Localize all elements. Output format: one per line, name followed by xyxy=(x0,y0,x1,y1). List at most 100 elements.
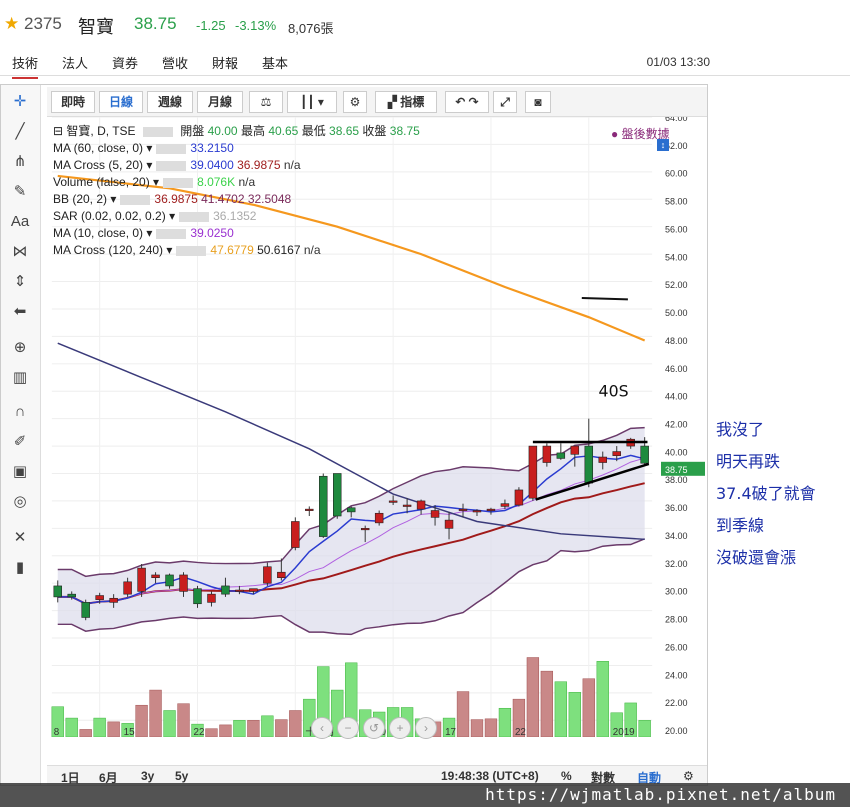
indicator-value: 8.076K xyxy=(197,175,239,189)
scroll-right-icon[interactable]: › xyxy=(415,717,437,739)
indicator-controls-icon[interactable] xyxy=(176,245,207,256)
indicator-name[interactable]: Volume (false, 20) ▾ xyxy=(53,175,159,189)
back-arrow-icon[interactable]: ⬅ xyxy=(9,301,31,323)
stock-symbol: 2375 xyxy=(24,14,62,33)
scroll-left-icon[interactable]: ‹ xyxy=(311,717,333,739)
drawing-toolbar: ✛ ╱ ⋔ ✎ Aa ⋈ ⇕ ⬅ ⊕ ▥ ∩ ✐ ▣ ◎ ✕ ▮ xyxy=(1,85,41,785)
interval-weekly-button[interactable]: 週線 xyxy=(147,91,193,113)
x-tick-label: 15 xyxy=(124,727,135,737)
price-axis[interactable]: 64.0062.0060.0058.0056.0054.0052.0050.00… xyxy=(661,117,707,747)
indicator-name[interactable]: MA Cross (5, 20) ▾ xyxy=(53,158,152,172)
scroll-up-icon[interactable]: ↕ xyxy=(657,139,669,151)
range-5y-button[interactable]: 5y xyxy=(175,769,188,783)
indicator-name[interactable]: MA (10, close, 0) ▾ xyxy=(53,226,152,240)
pitchfork-icon[interactable]: ⋔ xyxy=(9,151,31,173)
candle-body xyxy=(486,508,496,511)
indicators-button[interactable]: ▞ 指標 xyxy=(375,91,437,113)
y-tick-label: 20.00 xyxy=(665,726,688,736)
interval-monthly-button[interactable]: 月線 xyxy=(197,91,243,113)
indicator-name[interactable]: BB (20, 2) ▾ xyxy=(53,192,116,206)
volume-bar xyxy=(568,692,581,737)
tab-revenue[interactable]: 營收 xyxy=(162,53,188,72)
volume-bar xyxy=(93,717,106,737)
interval-realtime-button[interactable]: 即時 xyxy=(51,91,95,113)
range-3y-button[interactable]: 3y xyxy=(141,769,154,783)
zoom-controls: ‹ − ↺ + › xyxy=(311,717,441,739)
indicator-controls-icon[interactable] xyxy=(120,194,151,205)
tab-financials[interactable]: 財報 xyxy=(212,53,238,72)
candle-body xyxy=(207,593,216,603)
trend-line-icon[interactable]: ╱ xyxy=(9,121,31,143)
indicator-controls-icon[interactable] xyxy=(156,160,187,171)
y-tick-label: 42.00 xyxy=(665,420,688,430)
collapse-icon[interactable]: ⊟ xyxy=(53,124,63,138)
undo-redo-icon[interactable]: ↶ ↷ xyxy=(445,91,489,113)
candle-body xyxy=(556,452,566,459)
zoom-out-icon[interactable]: − xyxy=(337,717,359,739)
camera-icon[interactable]: ◙ xyxy=(525,91,551,113)
pencil-lock-icon[interactable]: ✐ xyxy=(9,431,31,453)
fullscreen-icon[interactable]: ⤢ xyxy=(493,91,517,113)
volume-bar xyxy=(498,707,512,737)
candle-body xyxy=(598,456,607,463)
x-tick-label: 2019 xyxy=(613,727,635,737)
reset-icon[interactable]: ↺ xyxy=(363,717,385,739)
candle-body xyxy=(430,510,440,518)
tab-institutional[interactable]: 法人 xyxy=(62,53,88,72)
interval-daily-button[interactable]: 日線 xyxy=(99,91,143,113)
indicator-name[interactable]: MA (60, close, 0) ▾ xyxy=(53,141,152,155)
eye-hide-icon[interactable]: ◎ xyxy=(9,491,31,513)
indicator-name[interactable]: SAR (0.02, 0.02, 0.2) ▾ xyxy=(53,209,175,223)
legend-controls-icon[interactable] xyxy=(142,126,173,137)
candle-type-icon[interactable]: ┃┃ ▾ xyxy=(287,91,337,113)
settings-gear-icon[interactable]: ⚙ xyxy=(343,91,367,113)
candle-body xyxy=(137,567,146,592)
tools-icon[interactable]: ✕ xyxy=(9,527,31,549)
chart-settings-icon[interactable]: ⚙ xyxy=(683,769,694,783)
indicator-controls-icon[interactable] xyxy=(163,177,194,188)
favorite-star-icon[interactable]: ★ xyxy=(4,14,19,34)
trash-icon[interactable]: ▮ xyxy=(9,557,31,579)
zoom-in-icon[interactable]: + xyxy=(389,717,411,739)
candle-body xyxy=(528,445,538,499)
volume-bar xyxy=(261,715,274,737)
indicators-label: 指標 xyxy=(400,95,425,109)
indicator-controls-icon[interactable] xyxy=(156,228,187,239)
volume-bar xyxy=(554,681,567,737)
pattern-icon[interactable]: ⋈ xyxy=(9,241,31,263)
tab-margin[interactable]: 資券 xyxy=(112,53,138,72)
y-tick-label: 64.00 xyxy=(665,117,688,123)
lock-icon[interactable]: ▣ xyxy=(9,461,31,483)
y-tick-label: 22.00 xyxy=(665,698,688,708)
candle-body xyxy=(472,510,482,513)
x-tick-label: 22 xyxy=(515,727,526,737)
crosshair-icon[interactable]: ✛ xyxy=(9,91,31,113)
volume-bar xyxy=(540,670,554,737)
volume-bar xyxy=(149,689,162,737)
candle-body xyxy=(319,475,328,537)
candle-body xyxy=(612,451,621,456)
y-tick-label: 54.00 xyxy=(665,252,688,262)
zoom-icon[interactable]: ⊕ xyxy=(9,337,31,359)
tab-technical[interactable]: 技術 xyxy=(12,53,39,79)
ma240-marker xyxy=(581,297,628,301)
indicator-name[interactable]: MA Cross (120, 240) ▾ xyxy=(53,243,172,257)
x-tick-label: 17 xyxy=(445,727,456,737)
magnet-icon[interactable]: ∩ xyxy=(9,401,31,423)
open-label: 開盤 xyxy=(180,124,205,138)
tab-basic[interactable]: 基本 xyxy=(262,53,288,72)
indicator-controls-icon[interactable] xyxy=(179,211,210,222)
y-tick-label: 50.00 xyxy=(665,308,688,318)
legend-indicator-row: MA Cross (120, 240) ▾ 47.6779 50.6167 n/a xyxy=(53,242,420,259)
percent-scale-button[interactable]: % xyxy=(561,769,572,783)
annotation-note-3: 37.4破了就會 xyxy=(716,484,816,503)
legend-indicator-row: BB (20, 2) ▾ 36.9875 41.4702 32.5048 xyxy=(53,191,420,208)
ruler-icon[interactable]: ▥ xyxy=(9,367,31,389)
indicator-controls-icon[interactable] xyxy=(156,143,187,154)
scale-icon[interactable]: ⚖ xyxy=(249,91,283,113)
brush-icon[interactable]: ✎ xyxy=(9,181,31,203)
text-tool-icon[interactable]: Aa xyxy=(9,211,31,233)
candle-body xyxy=(333,473,342,517)
measure-icon[interactable]: ⇕ xyxy=(9,271,31,293)
quote-header: ★ 2375 智寶 38.75 -1.25 -3.13% 8,076張 xyxy=(0,0,850,46)
